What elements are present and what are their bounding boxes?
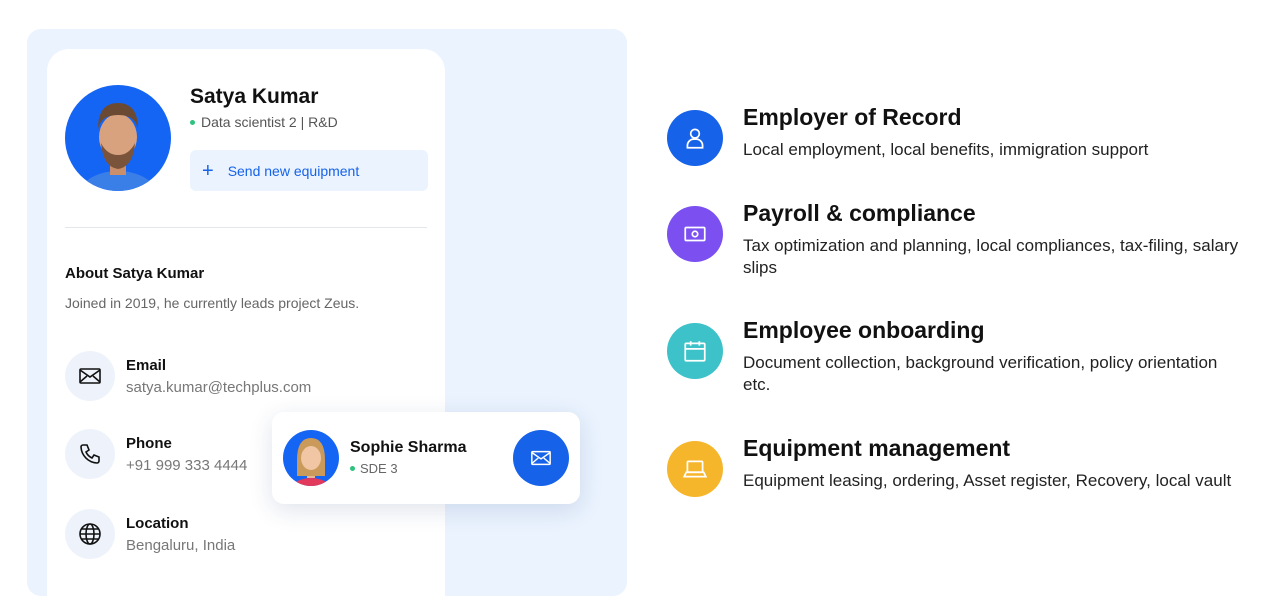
- contact-label: Location: [126, 514, 189, 532]
- feature-desc: Tax optimization and planning, local com…: [743, 236, 1239, 278]
- contact-value[interactable]: +91 999 333 4444: [126, 457, 247, 474]
- mail-icon: [65, 351, 115, 401]
- feature-title: Employee onboarding: [743, 317, 985, 343]
- calendar-icon: [667, 323, 723, 379]
- about-text: Joined in 2019, he currently leads proje…: [65, 295, 360, 311]
- profile-card: Satya Kumar Data scientist 2 | R&D + Sen…: [47, 49, 445, 609]
- contact-role-text: SDE 3: [360, 461, 398, 476]
- feature-payroll: Payroll & compliance Tax optimization an…: [667, 200, 1257, 279]
- feature-desc: Equipment leasing, ordering, Asset regis…: [743, 471, 1232, 490]
- avatar: [283, 430, 339, 486]
- feature-onboarding: Employee onboarding Document collection,…: [667, 317, 1257, 396]
- status-dot: [190, 119, 195, 125]
- contact-value: Bengaluru, India: [126, 536, 236, 554]
- profile-role-text: Data scientist 2 | R&D: [201, 114, 338, 130]
- mail-icon: [531, 450, 551, 466]
- plus-icon: +: [202, 159, 214, 182]
- mail-button[interactable]: [513, 430, 569, 486]
- contact-label: Email: [126, 356, 167, 374]
- contact-name: Sophie Sharma: [350, 439, 467, 456]
- contact-card[interactable]: Sophie Sharma SDE 3: [272, 412, 580, 504]
- about-title: About Satya Kumar: [65, 265, 205, 282]
- profile-name: Satya Kumar: [190, 85, 319, 108]
- feature-title: Equipment management: [743, 435, 1011, 461]
- feature-title: Employer of Record: [743, 104, 962, 130]
- globe-icon: [65, 509, 115, 559]
- contact-row-email: Email satya.kumar@techplus.com: [65, 351, 311, 401]
- feature-desc: Document collection, background verifica…: [743, 353, 1218, 395]
- contact-row-location: Location Bengaluru, India: [65, 509, 235, 559]
- contact-row-phone: Phone +91 999 333 4444: [65, 429, 247, 479]
- contact-label: Phone: [126, 434, 172, 452]
- cash-icon: [667, 206, 723, 262]
- feature-desc: Local employment, local benefits, immigr…: [743, 140, 1149, 159]
- divider: [65, 227, 427, 228]
- person-icon: [667, 110, 723, 166]
- feature-equipment: Equipment management Equipment leasing, …: [667, 435, 1257, 497]
- profile-role: Data scientist 2 | R&D: [190, 114, 338, 130]
- send-equipment-button[interactable]: + Send new equipment: [190, 150, 428, 191]
- avatar: [65, 85, 171, 191]
- contact-value[interactable]: satya.kumar@techplus.com: [126, 379, 311, 396]
- phone-icon: [65, 429, 115, 479]
- feature-employer-of-record: Employer of Record Local employment, loc…: [667, 104, 1257, 166]
- laptop-icon: [667, 441, 723, 497]
- send-equipment-label: Send new equipment: [227, 162, 360, 179]
- feature-title: Payroll & compliance: [743, 200, 976, 226]
- contact-role: SDE 3: [350, 461, 398, 476]
- status-dot: [350, 466, 355, 471]
